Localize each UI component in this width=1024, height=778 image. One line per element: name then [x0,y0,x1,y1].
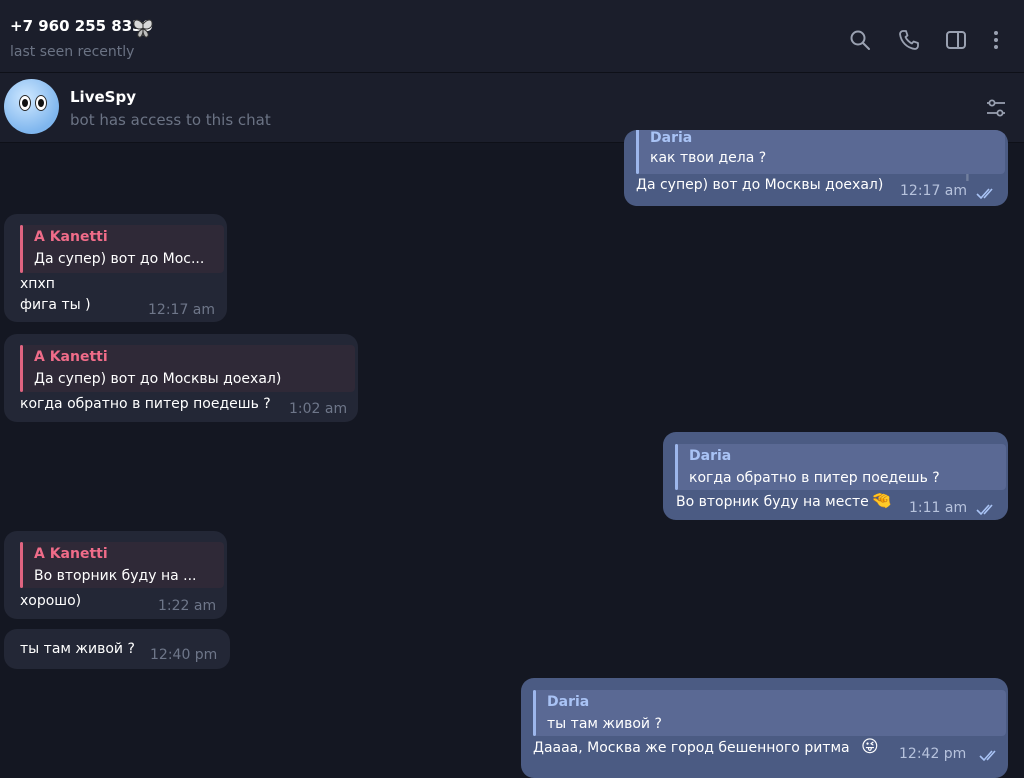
message-text: Да супер) вот до Москвы доехал) [636,177,884,193]
reply-quote[interactable]: Daria ты там живой ? [533,690,1006,736]
reply-author: Daria [650,130,693,146]
sidebar-toggle-icon[interactable] [944,28,968,52]
reply-quote[interactable]: A Kanetti Во вторник буду на ... [20,542,224,588]
message-text: хорошо) [20,593,82,609]
message-time: 1:11 am [909,500,968,516]
chat-header[interactable]: +7 960 255 8339 last seen recently [0,0,1024,73]
message-time: 12:17 am [148,302,216,318]
double-check-icon [976,188,993,200]
reply-author: A Kanetti [34,349,108,365]
message-text: фига ты ) [20,297,91,313]
message-time: 1:02 am [289,401,348,417]
message-text: Даааа, Москва же город бешенного ритма [533,740,850,756]
message-time: 12:17 am [900,183,968,199]
double-check-icon [979,750,996,762]
message-text-line: хпхп [20,276,55,292]
message-text: Во вторник буду на месте [676,494,869,510]
bot-avatar-eye [35,95,47,111]
reply-quote[interactable]: A Kanetti Да супер) вот до Москвы доехал… [20,345,355,392]
reply-text: ты там живой ? [547,716,662,732]
double-check-icon [976,504,993,516]
message-text: ты там живой ? [20,641,135,657]
more-vertical-icon[interactable] [984,28,1008,52]
message-time: 1:22 am [158,598,217,614]
bot-name[interactable]: LiveSpy [70,88,136,106]
last-seen-status: last seen recently [10,44,135,60]
reply-quote[interactable]: Daria когда обратно в питер поедешь ? [675,444,1006,490]
message-time: 12:40 pm [150,647,218,663]
outgoing-message[interactable]: ✝ ✝ ✝ ✝ ✝ Daria ты там живой ? Даааа, Мо… [521,678,1008,778]
butterfly-emoji-icon [133,19,153,38]
reply-text: Во вторник буду на ... [34,568,197,584]
reply-text: как твои дела ? [650,150,767,166]
reply-text: когда обратно в питер поедешь ? [689,470,940,486]
incoming-message[interactable]: A Kanetti Во вторник буду на ... хорошо)… [4,531,227,619]
reply-author: Daria [547,694,590,710]
incoming-message[interactable]: A Kanetti Да супер) вот до Москвы доехал… [4,334,358,422]
filter-settings-icon[interactable] [984,96,1008,120]
reply-author: A Kanetti [34,546,108,562]
reply-quote[interactable]: A Kanetti Да супер) вот до Мос... [20,225,224,273]
reply-author: Daria [689,448,732,464]
pinching-hand-emoji: 🤏 [871,491,893,511]
reply-text: Да супер) вот до Мос... [34,251,205,267]
phone-icon[interactable] [897,28,921,52]
outgoing-message[interactable]: ✝ ✝ ✝ Daria как твои дела ? Да супер) во… [624,130,1008,206]
reply-text: Да супер) вот до Москвы доехал) [34,371,282,387]
bot-avatar[interactable] [4,79,59,134]
message-text: когда обратно в питер поедешь ? [20,396,271,412]
incoming-message[interactable]: A Kanetti Да супер) вот до Мос... хпхп ф… [4,214,227,322]
message-time: 12:42 pm [899,746,967,762]
search-icon[interactable] [848,28,872,52]
winking-face-emoji: 😜 [861,737,879,757]
incoming-message[interactable]: ты там живой ? 12:40 pm [4,629,230,669]
outgoing-message[interactable]: ✝ ✝ ✝ ✝ Daria когда обратно в питер поед… [663,432,1008,520]
reply-author: A Kanetti [34,229,108,245]
bot-subtitle: bot has access to this chat [70,111,271,129]
reply-quote[interactable]: Daria как твои дела ? [636,130,1005,174]
bot-avatar-eye [19,95,31,111]
